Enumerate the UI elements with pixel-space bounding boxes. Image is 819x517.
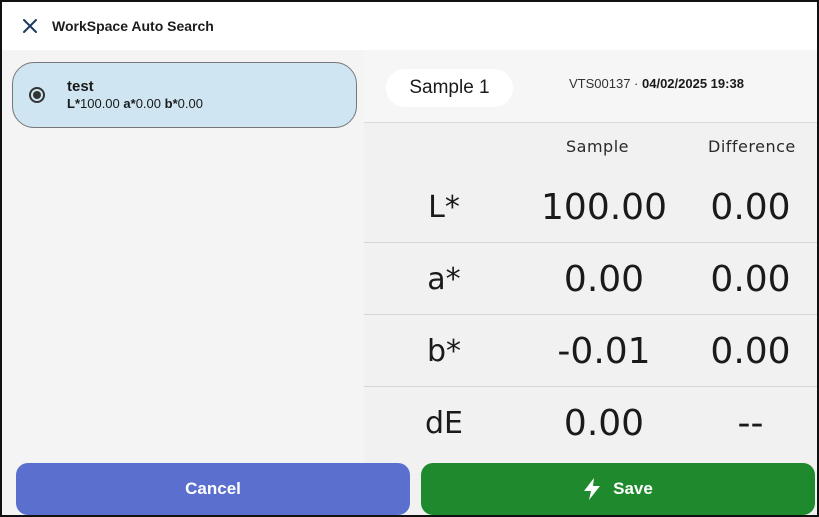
- row-label: L*: [428, 189, 460, 225]
- window-title: WorkSpace Auto Search: [52, 18, 214, 34]
- column-header-sample: Sample: [566, 137, 629, 156]
- sample-detail-pane: Sample 1 VTS00137 · 04/02/2025 19:38 Sam…: [364, 50, 817, 515]
- device-id: VTS00137: [569, 76, 631, 91]
- save-button[interactable]: Save: [421, 463, 815, 515]
- row-label: b*: [426, 333, 462, 369]
- color-values-table: Sample Difference L* 100.00 0.00 a* 0.00…: [364, 123, 817, 459]
- dialog-window: WorkSpace Auto Search test L*100.00 a*0.…: [0, 0, 819, 517]
- table-row-b: b* -0.01 0.00: [364, 315, 817, 387]
- sample-list-pane: test L*100.00 a*0.00 b*0.00: [2, 50, 364, 515]
- sample-list-item[interactable]: test L*100.00 a*0.00 b*0.00: [12, 62, 357, 128]
- difference-value: 0.00: [710, 186, 791, 228]
- close-icon: [23, 19, 37, 33]
- sample-value: -0.01: [557, 330, 651, 372]
- bolt-icon: [583, 478, 601, 500]
- sample-name-pill[interactable]: Sample 1: [386, 69, 513, 107]
- cancel-button[interactable]: Cancel: [16, 463, 410, 515]
- difference-value: 0.00: [710, 258, 791, 300]
- difference-value: 0.00: [710, 330, 791, 372]
- cancel-button-label: Cancel: [185, 479, 241, 498]
- sample-value: 100.00: [541, 186, 667, 228]
- row-label: a*: [427, 261, 461, 297]
- table-header: Sample Difference: [364, 123, 817, 171]
- sample-item-values: L*100.00 a*0.00 b*0.00: [67, 96, 203, 111]
- close-button[interactable]: [12, 8, 48, 44]
- detail-header: Sample 1 VTS00137 · 04/02/2025 19:38: [364, 50, 817, 123]
- table-row-a: a* 0.00 0.00: [364, 243, 817, 315]
- column-header-difference: Difference: [708, 137, 796, 156]
- sample-item-name: test: [67, 78, 94, 95]
- sample-value: 0.00: [563, 402, 645, 444]
- row-label: dE: [425, 405, 463, 441]
- save-button-label: Save: [613, 479, 653, 498]
- title-bar: WorkSpace Auto Search: [2, 2, 817, 50]
- difference-value: --: [737, 402, 764, 444]
- table-row-L: L* 100.00 0.00: [364, 171, 817, 243]
- radio-selected-icon[interactable]: [29, 87, 45, 103]
- sample-value: 0.00: [563, 258, 645, 300]
- measurement-meta: VTS00137 · 04/02/2025 19:38: [569, 76, 744, 91]
- measurement-datetime: 04/02/2025 19:38: [642, 76, 744, 91]
- table-row-dE: dE 0.00 --: [364, 387, 817, 459]
